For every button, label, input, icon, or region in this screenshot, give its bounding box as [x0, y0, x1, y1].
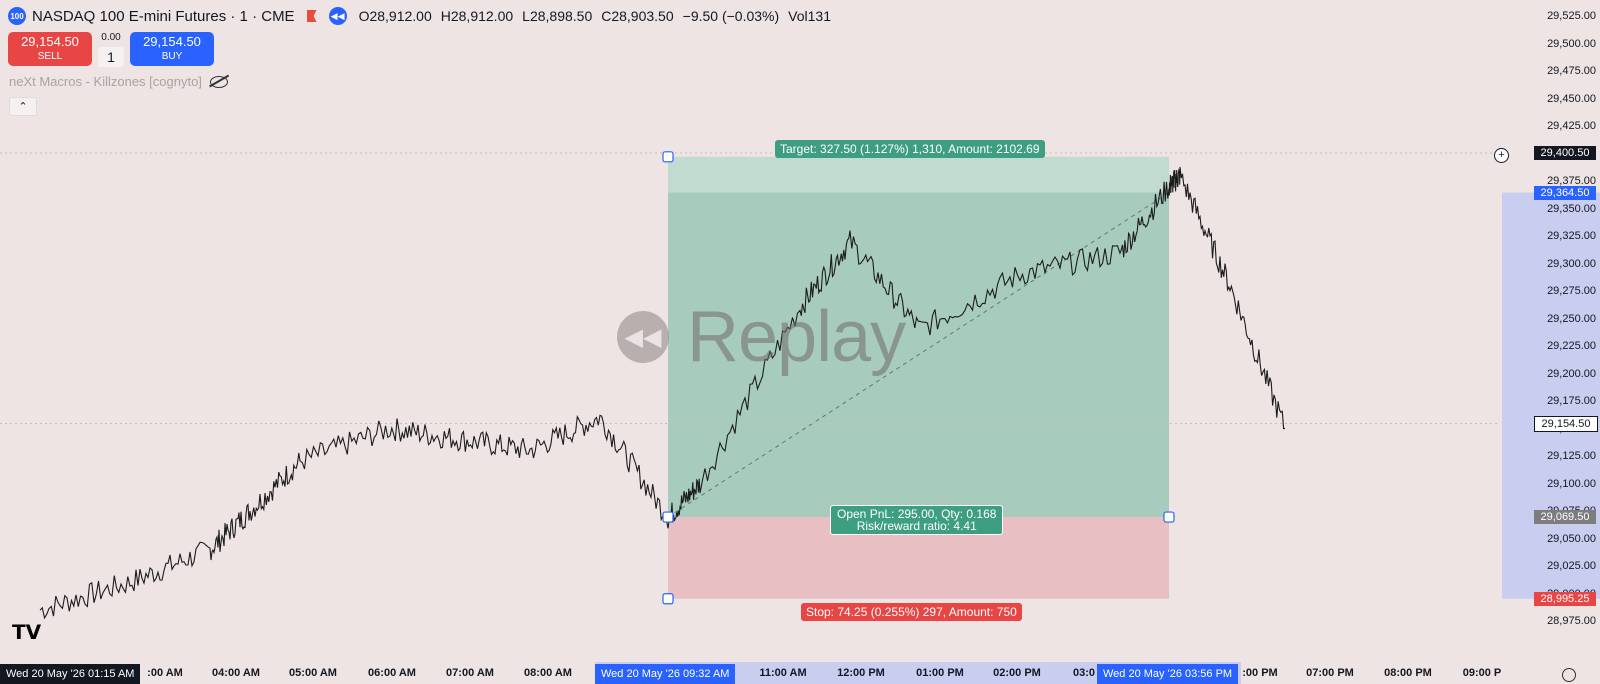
- risk-reward-text: Risk/reward ratio: 4.41: [856, 519, 977, 533]
- price-tag: 28,995.25: [1534, 591, 1596, 606]
- time-tick: 11:00 AM: [759, 667, 807, 679]
- position-handle-2[interactable]: [1163, 511, 1175, 523]
- time-crosshair-label: Wed 20 May '26 03:56 PM: [1097, 664, 1239, 684]
- ohlc-values: O28,912.00 H28,912.00 L28,898.50 C28,903…: [359, 8, 831, 24]
- time-tick: 01:00 PM: [916, 667, 964, 679]
- add-alert-plus-icon[interactable]: +: [1494, 148, 1509, 163]
- time-tick: 05:00 AM: [289, 667, 337, 679]
- flag-icon[interactable]: [306, 10, 317, 22]
- time-tick: :00 PM: [1242, 667, 1278, 679]
- trade-panel: 29,154.50 SELL 0.00 1 29,154.50 BUY: [8, 32, 214, 67]
- price-tick: 29,050.00: [1547, 532, 1596, 545]
- price-tick: 29,225.00: [1547, 340, 1596, 352]
- sell-price: 29,154.50: [21, 34, 79, 49]
- time-tick: 07:00 AM: [446, 667, 494, 679]
- buy-price: 29,154.50: [143, 34, 201, 49]
- indicator-name[interactable]: neXt Macros - Killzones [cognyto]: [9, 74, 202, 89]
- time-tick: :00 AM: [147, 667, 183, 679]
- position-handle-3[interactable]: [662, 593, 674, 605]
- price-tick: 29,300.00: [1547, 257, 1596, 270]
- price-tag: 29,364.50: [1534, 185, 1596, 200]
- price-tick: 29,125.00: [1547, 450, 1596, 462]
- price-tick: 29,425.00: [1547, 120, 1596, 132]
- tradingview-logo-icon[interactable]: 𝗧𝗩: [12, 620, 41, 645]
- position-handle-1[interactable]: [662, 511, 674, 523]
- price-tick: 29,175.00: [1547, 395, 1596, 407]
- buy-label: BUY: [161, 51, 183, 62]
- symbol-logo-icon[interactable]: 100: [8, 7, 26, 25]
- replay-watermark-text: Replay: [687, 297, 906, 377]
- replay-watermark-icon: ◀◀: [617, 311, 669, 363]
- price-tick: 29,450.00: [1547, 92, 1596, 105]
- price-tag: 29,400.50: [1534, 145, 1596, 160]
- price-tick: 28,975.00: [1547, 615, 1596, 627]
- buy-button[interactable]: 29,154.50 BUY: [130, 32, 214, 66]
- sell-label: SELL: [37, 51, 63, 62]
- price-tag: 29,154.50: [1534, 415, 1598, 432]
- time-crosshair-label: Wed 20 May '26 01:15 AM: [0, 664, 141, 684]
- settings-gear-icon[interactable]: [1562, 668, 1576, 682]
- position-handle-0[interactable]: [662, 151, 674, 163]
- target-zone-upper: [668, 156, 1169, 193]
- price-tick: 29,475.00: [1547, 65, 1596, 77]
- chevron-up-icon: ⌃: [18, 101, 28, 113]
- price-axis[interactable]: 29,525.00 29,500.00 29,475.00 29,450.00 29,4…: [1502, 0, 1600, 684]
- time-tick: 06:00 AM: [368, 667, 416, 679]
- open-pnl-label[interactable]: Open PnL: 295.00, Qty: 0.168 Risk/reward…: [830, 505, 1004, 535]
- ohlc-low: L28,898.50: [522, 8, 593, 24]
- stop-label[interactable]: Stop: 74.25 (0.255%) 297, Amount: 750: [801, 603, 1022, 621]
- ohlc-high: H28,912.00: [440, 8, 514, 24]
- sell-button[interactable]: 29,154.50 SELL: [8, 32, 92, 66]
- target-label[interactable]: Target: 327.50 (1.127%) 1,310, Amount: 2…: [775, 140, 1045, 158]
- price-tick: 29,350.00: [1547, 202, 1596, 215]
- eye-hidden-icon[interactable]: [209, 75, 228, 88]
- ohlc-volume: Vol131: [788, 8, 831, 24]
- time-tick: 07:00 PM: [1306, 667, 1354, 679]
- price-tick: 29,275.00: [1547, 285, 1596, 297]
- price-tick: 29,025.00: [1547, 560, 1596, 572]
- replay-watermark: ◀◀ Replay: [617, 296, 906, 378]
- price-tag: 29,069.50: [1534, 510, 1596, 525]
- collapse-legend-button[interactable]: ⌃: [9, 97, 37, 116]
- chart-legend: 100 NASDAQ 100 E-mini Futures · 1 · CME …: [8, 7, 831, 25]
- time-tick: 03:0: [1072, 667, 1096, 679]
- price-tick: 29,525.00: [1547, 10, 1596, 22]
- symbol-title[interactable]: NASDAQ 100 E-mini Futures · 1 · CME: [32, 8, 295, 25]
- time-axis[interactable]: 04:00 AM 05:00 AM 06:00 AM 07:00 AM 08:00 AM…: [0, 662, 1600, 684]
- price-tick: 29,100.00: [1547, 477, 1596, 490]
- quantity-input[interactable]: 1: [98, 47, 124, 67]
- price-tick: 29,500.00: [1547, 37, 1596, 50]
- time-tick: 12:00 PM: [837, 667, 885, 679]
- time-tick: 02:00 PM: [993, 667, 1041, 679]
- indicator-legend[interactable]: neXt Macros - Killzones [cognyto]: [9, 74, 228, 89]
- spread-value: 0.00: [101, 32, 121, 43]
- ohlc-change: −9.50 (−0.03%): [682, 8, 780, 24]
- price-tick: 29,200.00: [1547, 367, 1596, 380]
- ohlc-close: C28,903.50: [601, 8, 674, 24]
- time-crosshair-label: Wed 20 May '26 09:32 AM: [595, 664, 736, 684]
- time-tick: 08:00 PM: [1384, 667, 1432, 679]
- ohlc-open: O28,912.00: [358, 8, 432, 24]
- quantity-box: 0.00 1: [98, 32, 124, 67]
- replay-icon[interactable]: ◀◀: [328, 7, 347, 25]
- price-tick: 29,250.00: [1547, 312, 1596, 325]
- time-tick: 08:00 AM: [524, 667, 572, 679]
- price-tick: 29,325.00: [1547, 230, 1596, 242]
- time-tick: 09:00 P: [1462, 667, 1502, 679]
- time-tick: 04:00 AM: [212, 667, 260, 679]
